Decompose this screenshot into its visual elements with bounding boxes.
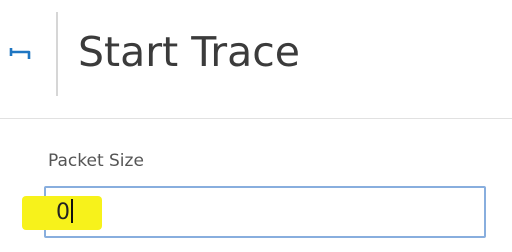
back-button[interactable]: [4, 38, 36, 68]
text-caret: [71, 199, 73, 223]
packet-size-input[interactable]: [44, 186, 486, 238]
back-arrow-icon: [9, 46, 31, 60]
section-divider: [0, 118, 512, 119]
packet-size-label: Packet Size: [48, 151, 144, 171]
page-title: Start Trace: [78, 28, 300, 76]
packet-size-value[interactable]: 0: [56, 198, 73, 228]
packet-size-value-text: 0: [56, 200, 70, 225]
header-divider: [56, 12, 58, 96]
